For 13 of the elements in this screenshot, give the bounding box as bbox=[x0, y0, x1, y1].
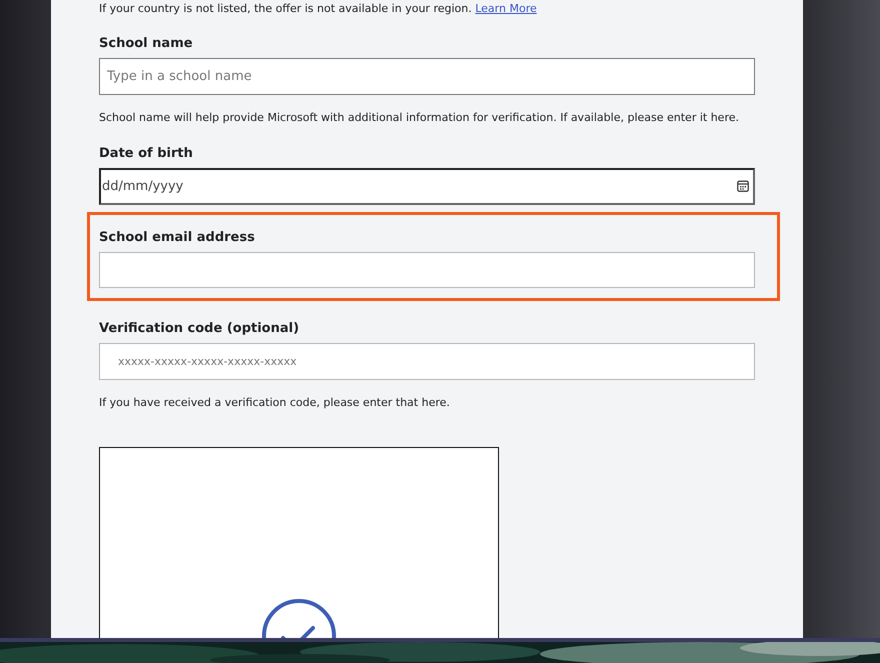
field-label: Date of birth bbox=[99, 146, 194, 162]
code-field[interactable]: xxxxx-xxxxx-xxxxx-xxxxx-xxxxx bbox=[99, 343, 755, 380]
notice-text: If your country is not listed, the offer is not available in your region. Learn More bbox=[99, 1, 538, 16]
help-text: If you have received a verification code, please enter that here. bbox=[99, 395, 451, 411]
field-label: School email address bbox=[99, 230, 256, 246]
text-field[interactable] bbox=[99, 252, 755, 288]
help-text: School name will help provide Microsoft with additional information for verification. If available, please enter it here. bbox=[99, 110, 740, 126]
text-field[interactable]: Type in a school name bbox=[99, 58, 755, 95]
field-label: Verification code (optional) bbox=[99, 321, 300, 337]
calendar-icon[interactable] bbox=[737, 180, 749, 192]
date-field[interactable]: dd/mm/yyyy bbox=[99, 168, 755, 205]
learn-more-link[interactable]: Learn More bbox=[475, 2, 537, 15]
field-label: School name bbox=[99, 36, 194, 52]
